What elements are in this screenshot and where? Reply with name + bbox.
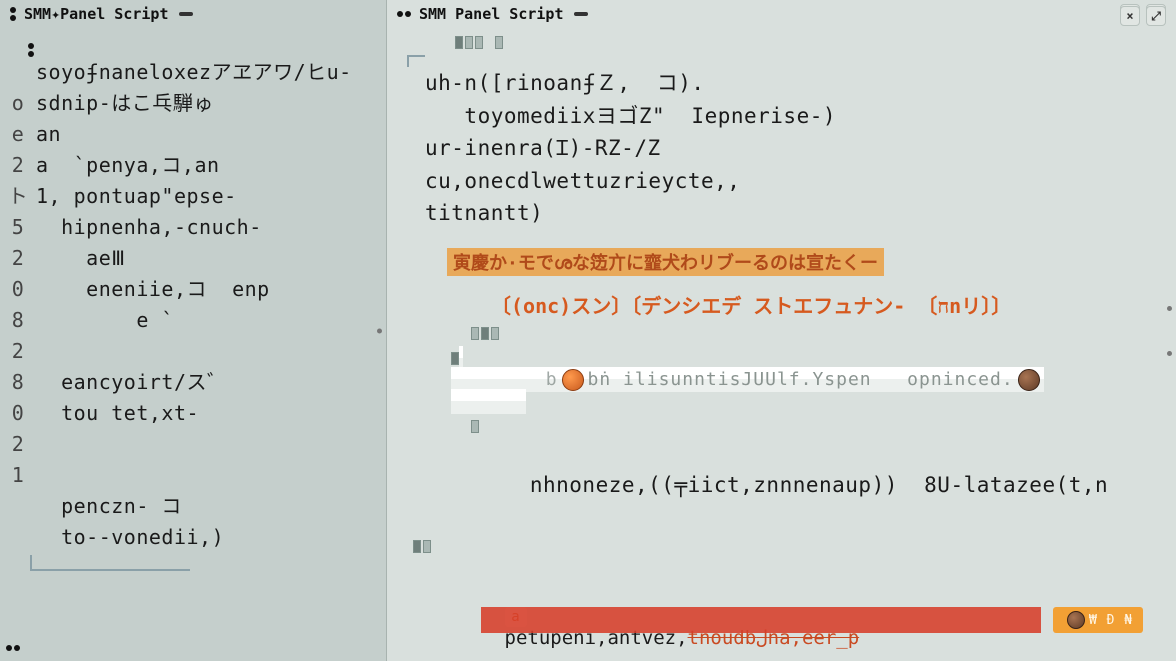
line-gutter: o [6, 88, 30, 119]
line-gutter: 0 [6, 398, 30, 429]
code-text: a `penya,コ,an [36, 153, 220, 177]
resize-dots-icon[interactable] [6, 645, 20, 651]
line-gutter: 2 [6, 429, 30, 460]
orange-call-line: 〔(onc)スン〕〔デンシエデ ストエフュナン- 〔חnリ〕〕 [491, 290, 1168, 319]
code-text: e ` [36, 308, 174, 332]
fold-guide-line [30, 555, 190, 571]
line-gutter: 8 [6, 305, 30, 336]
code-text: titnantt) [425, 197, 1168, 230]
line-gutter: 1 [6, 460, 30, 491]
code-text: an [36, 122, 61, 146]
right-scrollbar[interactable] [1167, 306, 1172, 356]
code-text: sdnip-はこ乓騨ゅ [36, 91, 214, 115]
code-text: hipnenha,-cnuch- [36, 215, 262, 239]
left-scrollbar[interactable] [377, 328, 382, 333]
minimap-row-icon [413, 540, 431, 553]
line-gutter: ト [6, 181, 30, 212]
code-text: eancyoirt/ス゛ [36, 370, 228, 394]
code-text: toyomediixヨゴZ" Iepnerise-) [425, 100, 1168, 133]
line-gutter: e [6, 119, 30, 150]
code-text: penczn- コ [36, 494, 182, 518]
avatar-icon [562, 369, 584, 391]
title-dash-icon [574, 12, 588, 16]
line-gutter: 2 [6, 336, 30, 367]
line-gutter: 8 [6, 367, 30, 398]
code-text: cu,onecdlwettuzrieycte,, [425, 165, 1168, 198]
avatar-icon [1018, 369, 1040, 391]
minimap-row-icon [451, 352, 459, 365]
right-code-line-main[interactable]: nhnoneze,((╤iict,znnnenaup)) 8U-latazee(… [451, 437, 1168, 535]
code-text: soyoʄnaneloxezアヱアワ/ヒu- [36, 60, 352, 84]
error-pill[interactable]: ₩ Ð ₦ [1053, 607, 1143, 633]
line-gutter: 2 [6, 243, 30, 274]
code-text: aeⅢ [36, 246, 126, 270]
drag-dots-icon[interactable] [397, 11, 411, 17]
right-code-block-1[interactable]: uh-n([rinoanʄＺ, コ). toyomediixヨゴZ" Iepne… [425, 67, 1168, 230]
fold-dots-icon[interactable] [28, 43, 34, 57]
highlighted-comment: 寅慶か·モでശな笾亣に韲犬わリブーるのは宣たくー [447, 248, 884, 276]
title-dash-icon [179, 12, 193, 16]
right-title: SMM Panel Script [419, 5, 564, 23]
code-text: eneniie,コ enp [36, 277, 270, 301]
code-text: uh-n([rinoanʄＺ, コ). [425, 67, 1168, 100]
error-block: a petupenı,antvez,tnoudbلna,eer_p F tozn… [413, 583, 1168, 661]
minimap-row-icon [471, 327, 499, 340]
minimap-row-icon [455, 36, 503, 49]
line-gutter: 0 [6, 274, 30, 305]
right-titlebar: SMM Panel Script × ⠿ [387, 0, 1176, 28]
line-gutter: 5 [6, 212, 30, 243]
left-titlebar: SMM✦Panel Script [0, 0, 386, 28]
minimap-row-icon [471, 420, 479, 433]
error-highlight-bar [481, 607, 1041, 633]
code-text: tou tet,xt- [36, 401, 199, 425]
line-gutter: 2 [6, 150, 30, 181]
code-text: 1, pontuap"epse- [36, 184, 237, 208]
fold-corner-icon [407, 55, 425, 67]
window-close-button[interactable]: × [1120, 6, 1140, 26]
window-expand-button[interactable]: ⤢ [1146, 6, 1166, 26]
left-title: SMM✦Panel Script [24, 5, 169, 23]
drag-dots-icon[interactable] [10, 7, 16, 21]
avatar-icon [1067, 611, 1085, 629]
left-code-block[interactable]: soyoʄnaneloxezアヱアワ/ヒu-osdnip-はこ乓騨ゅean2a … [6, 57, 378, 553]
code-text: ur-inenra(Ɪ)-RZ-/Z [425, 132, 1168, 165]
diff-strip-line: bbṅ ilisunntisJUUlf.Yspen opninced. [451, 346, 1044, 414]
code-text: to--vonedii,) [36, 525, 224, 549]
